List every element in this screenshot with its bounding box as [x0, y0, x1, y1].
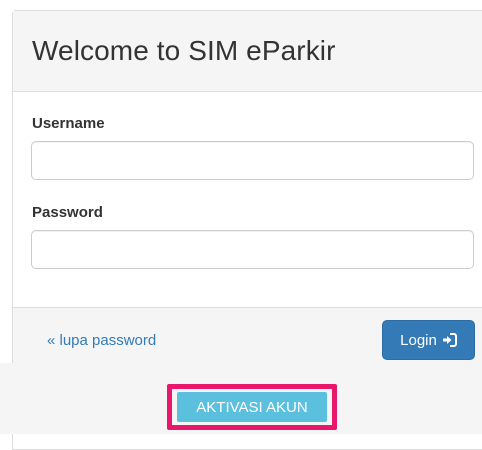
login-button[interactable]: Login — [382, 320, 475, 360]
password-input[interactable] — [31, 230, 474, 269]
activate-account-button[interactable]: AKTIVASI AKUN — [177, 392, 327, 422]
page-title: Welcome to SIM eParkir — [32, 35, 336, 66]
forgot-password-link[interactable]: « lupa password — [47, 332, 156, 349]
activation-highlight: AKTIVASI AKUN — [167, 384, 337, 430]
username-label: Username — [32, 115, 105, 132]
username-input[interactable] — [31, 141, 474, 180]
panel-heading: Welcome to SIM eParkir — [13, 11, 482, 92]
login-button-label: Login — [400, 331, 437, 349]
sign-in-icon — [442, 333, 457, 347]
password-label: Password — [32, 204, 103, 221]
